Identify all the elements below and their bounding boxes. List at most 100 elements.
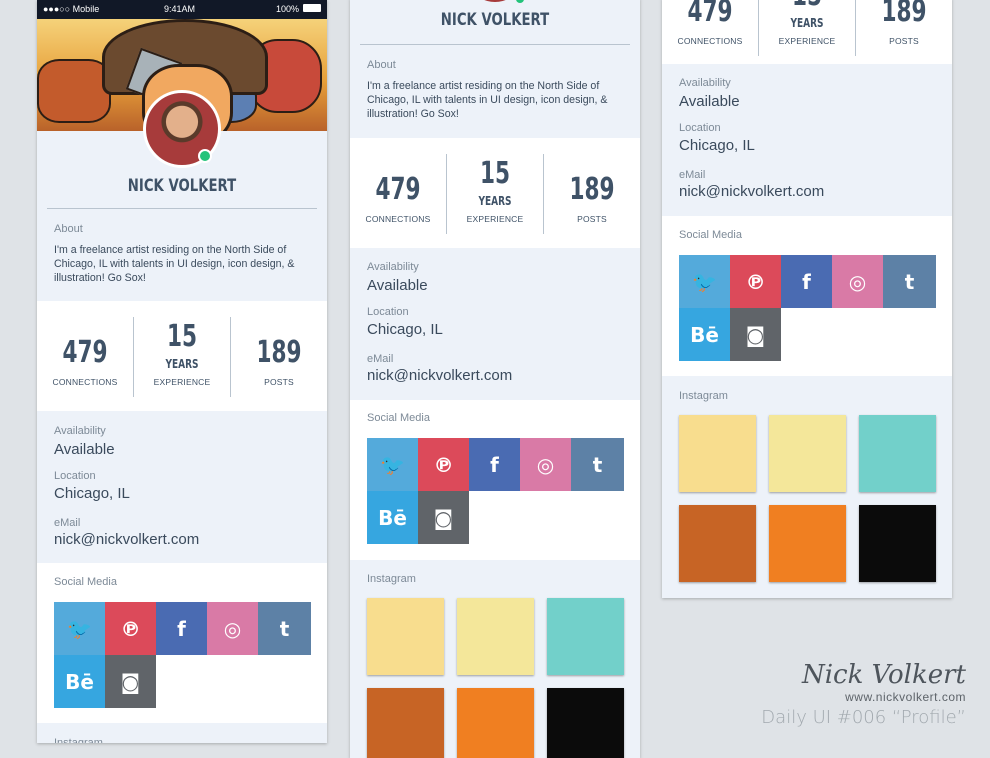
stat-unit: YEARS: [165, 357, 199, 371]
profile-name: NICK VOLKERT: [127, 176, 237, 196]
behance-button[interactable]: Bē: [679, 308, 730, 361]
twitter-button[interactable]: 🐦: [367, 438, 418, 491]
instagram-photo[interactable]: [457, 688, 534, 758]
instagram-photo[interactable]: [547, 598, 624, 675]
stat-posts[interactable]: 189 POSTS: [856, 0, 952, 70]
instagram-photo[interactable]: [679, 415, 756, 492]
location-value: Chicago, IL: [54, 485, 130, 502]
dribbble-button[interactable]: ◎: [520, 438, 571, 491]
profile-card-phone: ●●●○○ Mobile 9:41AM 100% NICK VOLKERT Ab…: [37, 0, 327, 743]
email-value[interactable]: nick@nickvolkert.com: [54, 531, 199, 548]
stat-label: CONNECTIONS: [365, 214, 431, 224]
avatar[interactable]: [143, 90, 221, 168]
tumblr-icon: t: [904, 269, 915, 294]
battery-percent: 100%: [275, 4, 299, 14]
stat-label: EXPERIENCE: [153, 377, 211, 387]
stat-connections[interactable]: 479 CONNECTIONS: [350, 138, 446, 248]
stat-label: CONNECTIONS: [52, 377, 118, 387]
stat-experience[interactable]: 15 YEARS EXPERIENCE: [447, 138, 543, 248]
behance-icon: Bē: [378, 505, 407, 530]
location-label: Location: [54, 470, 96, 482]
email-value[interactable]: nick@nickvolkert.com: [679, 183, 824, 200]
email-value[interactable]: nick@nickvolkert.com: [367, 367, 512, 384]
status-bar: ●●●○○ Mobile 9:41AM 100%: [37, 0, 327, 19]
stat-connections[interactable]: 479 CONNECTIONS: [37, 301, 133, 411]
pinterest-button[interactable]: ℗: [418, 438, 469, 491]
stat-value: 189: [881, 0, 927, 29]
instagram-photo[interactable]: [367, 598, 444, 675]
social-grid: 🐦 ℗ f ◎ t Bē ◙: [679, 255, 936, 361]
instagram-icon: ◙: [745, 322, 766, 347]
behance-button[interactable]: Bē: [54, 655, 105, 708]
twitter-button[interactable]: 🐦: [679, 255, 730, 308]
behance-button[interactable]: Bē: [367, 491, 418, 544]
instagram-button[interactable]: ◙: [730, 308, 781, 361]
instagram-photo[interactable]: [859, 505, 936, 582]
stat-label: POSTS: [264, 377, 294, 387]
availability-label: Availability: [54, 425, 106, 437]
stat-value: 15: [166, 319, 198, 354]
facebook-button[interactable]: f: [469, 438, 520, 491]
instagram-label: Instagram: [367, 573, 416, 585]
instagram-photo[interactable]: [679, 505, 756, 582]
profile-card-scrolled: NICK VOLKERT About I'm a freelance artis…: [350, 0, 640, 758]
stat-unit: YEARS: [478, 194, 512, 208]
availability-value: Available: [367, 277, 428, 294]
pinterest-button[interactable]: ℗: [730, 255, 781, 308]
about-label: About: [54, 223, 83, 235]
stat-experience[interactable]: 15 YEARS EXPERIENCE: [759, 0, 855, 70]
instagram-photo[interactable]: [769, 415, 846, 492]
instagram-photo[interactable]: [859, 415, 936, 492]
stat-posts[interactable]: 189 POSTS: [544, 138, 640, 248]
instagram-button[interactable]: ◙: [105, 655, 156, 708]
stat-value: 479: [62, 335, 108, 370]
stat-posts[interactable]: 189 POSTS: [231, 301, 327, 411]
dribbble-button[interactable]: ◎: [832, 255, 883, 308]
pinterest-icon: ℗: [745, 269, 766, 294]
stat-value: 189: [569, 172, 615, 207]
social-media-label: Social Media: [367, 412, 430, 424]
carrier-text: ●●●○○ Mobile: [43, 4, 100, 14]
instagram-photo[interactable]: [367, 688, 444, 758]
signature: Nick Volkert www.nickvolkert.com: [802, 660, 966, 704]
clock-text: 9:41AM: [164, 4, 196, 14]
social-media-label: Social Media: [54, 576, 117, 588]
about-text: I'm a freelance artist residing on the N…: [54, 244, 295, 284]
facebook-icon: f: [177, 616, 186, 641]
facebook-button[interactable]: f: [156, 602, 207, 655]
facebook-icon: f: [802, 269, 811, 294]
location-value: Chicago, IL: [679, 137, 755, 154]
tumblr-button[interactable]: t: [883, 255, 936, 308]
divider: [47, 208, 317, 209]
stat-label: POSTS: [889, 36, 919, 46]
about-label: About: [367, 59, 396, 71]
location-label: Location: [679, 122, 721, 134]
twitter-button[interactable]: 🐦: [54, 602, 105, 655]
pinterest-icon: ℗: [433, 452, 454, 477]
pinterest-button[interactable]: ℗: [105, 602, 156, 655]
social-grid: 🐦 ℗ f ◎ t Bē ◙: [367, 438, 624, 544]
availability-value: Available: [54, 441, 115, 458]
tumblr-button[interactable]: t: [258, 602, 311, 655]
shot-title: Daily UI #006 “Profile”: [761, 707, 966, 728]
dribbble-icon: ◎: [848, 269, 867, 294]
stat-experience[interactable]: 15 YEARS EXPERIENCE: [134, 301, 230, 411]
stat-value: 15: [479, 156, 511, 191]
online-status-icon: [198, 149, 212, 163]
behance-icon: Bē: [690, 322, 719, 347]
instagram-photo[interactable]: [457, 598, 534, 675]
instagram-button[interactable]: ◙: [418, 491, 469, 544]
dribbble-button[interactable]: ◎: [207, 602, 258, 655]
location-value: Chicago, IL: [367, 321, 443, 338]
behance-icon: Bē: [65, 669, 94, 694]
website-url[interactable]: www.nickvolkert.com: [802, 690, 966, 704]
stat-connections[interactable]: 479 CONNECTIONS: [662, 0, 758, 70]
instagram-photo[interactable]: [769, 505, 846, 582]
instagram-photo[interactable]: [547, 688, 624, 758]
tumblr-icon: t: [592, 452, 603, 477]
instagram-label: Instagram: [679, 390, 728, 402]
facebook-button[interactable]: f: [781, 255, 832, 308]
facebook-icon: f: [490, 452, 499, 477]
tumblr-button[interactable]: t: [571, 438, 624, 491]
stats-panel: 479 CONNECTIONS 15 YEARS EXPERIENCE 189 …: [350, 138, 640, 248]
